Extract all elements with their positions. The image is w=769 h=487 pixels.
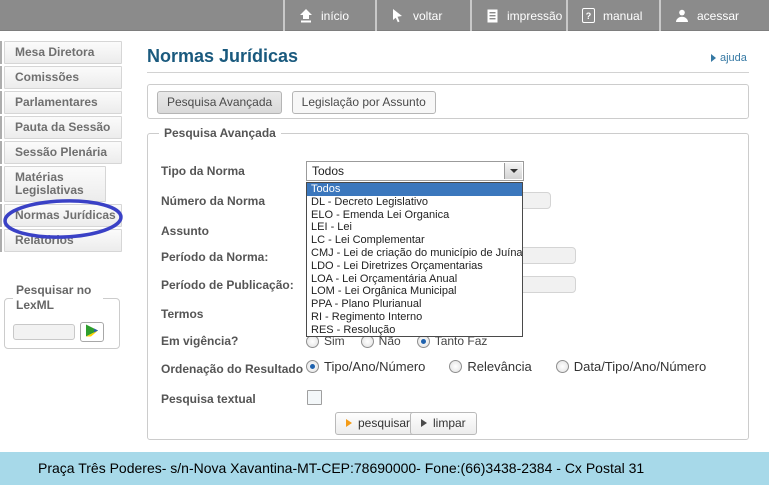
home-icon (299, 9, 313, 23)
nav-inicio-button[interactable]: início (283, 0, 375, 31)
search-arrow-icon (346, 419, 352, 427)
nav-label: impressão (507, 9, 562, 23)
nav-label: acessar (697, 9, 739, 23)
sidebar-item-sessao-plenaria[interactable]: Sessão Plenária (4, 141, 122, 164)
nav-label: voltar (413, 9, 442, 23)
sidebar-item-relatorios[interactable]: Relatórios (4, 229, 122, 252)
help-label: ajuda (720, 52, 747, 64)
footer-address-bar: Praça Três Poderes- s/n-Nova Xavantina-M… (0, 452, 769, 485)
tipo-da-norma-select[interactable]: Todos (306, 161, 524, 181)
tipo-da-norma-label: Tipo da Norma (161, 164, 245, 178)
help-link[interactable]: ajuda (711, 52, 747, 64)
dropdown-option[interactable]: LC - Lei Complementar (307, 234, 522, 247)
user-icon (675, 9, 689, 23)
assunto-label: Assunto (161, 224, 209, 238)
dropdown-option[interactable]: LDO - Lei Diretrizes Orçamentarias (307, 260, 522, 273)
tabs-container: Pesquisa Avançada Legislação por Assunto (147, 84, 749, 119)
dropdown-option[interactable]: DL - Decreto Legislativo (307, 196, 522, 209)
sidebar-item-parlamentares[interactable]: Parlamentares (4, 91, 122, 114)
advanced-search-legend: Pesquisa Avançada (159, 126, 281, 140)
normas-juridicas-page: início voltar impressão ? manual acessar… (0, 0, 769, 487)
radio-checked-icon[interactable] (306, 360, 319, 373)
select-value: Todos (312, 164, 344, 178)
sidebar-menu: Mesa Diretora Comissões Parlamentares Pa… (0, 41, 122, 254)
dropdown-option[interactable]: PPA - Plano Plurianual (307, 298, 522, 311)
sidebar-item-materias-legislativas[interactable]: Matérias Legislativas (4, 166, 106, 202)
numero-da-norma-label: Número da Norma (161, 194, 265, 208)
nav-acessar-button[interactable]: acessar (659, 0, 769, 31)
lexml-search-panel: Pesquisar no LexML (4, 283, 120, 349)
back-cursor-icon (391, 9, 405, 23)
periodo-publicacao-label: Período de Publicação: (161, 278, 294, 292)
sidebar-item-pauta-da-sessao[interactable]: Pauta da Sessão (4, 116, 122, 139)
tipo-da-norma-dropdown: Todos DL - Decreto Legislativo ELO - Eme… (306, 182, 523, 337)
top-nav-bar: início voltar impressão ? manual acessar (0, 0, 769, 31)
termos-label: Termos (161, 307, 203, 321)
em-vigencia-label: Em vigência? (161, 334, 238, 348)
ordenacao-option-relevancia[interactable]: Relevância (449, 359, 531, 374)
nav-manual-button[interactable]: ? manual (566, 0, 659, 31)
dropdown-option[interactable]: ELO - Emenda Lei Organica (307, 209, 522, 222)
button-label: pesquisar (358, 416, 410, 430)
nav-voltar-button[interactable]: voltar (375, 0, 470, 31)
ordenacao-resultado-label: Ordenação do Resultado (161, 362, 303, 376)
lexml-search-input[interactable] (13, 324, 75, 340)
radio-label: Relevância (467, 359, 531, 374)
ordenacao-option-tipo-ano-numero[interactable]: Tipo/Ano/Número (306, 359, 425, 374)
radio-label: Data/Tipo/Ano/Número (574, 359, 706, 374)
nav-label: manual (603, 9, 642, 23)
radio-icon[interactable] (556, 360, 569, 373)
dropdown-option[interactable]: LOM - Lei Orgânica Municipal (307, 285, 522, 298)
tab-legislacao-por-assunto[interactable]: Legislação por Assunto (292, 91, 436, 114)
nav-impressao-button[interactable]: impressão (470, 0, 566, 31)
dropdown-option[interactable]: LEI - Lei (307, 221, 522, 234)
radio-label: Tipo/Ano/Número (324, 359, 425, 374)
dropdown-option[interactable]: RI - Regimento Interno (307, 311, 522, 324)
pesquisa-textual-checkbox[interactable] (307, 390, 322, 405)
tab-pesquisa-avancada[interactable]: Pesquisa Avançada (157, 91, 282, 114)
lexml-legend: Pesquisar no LexML (13, 283, 103, 313)
print-icon (486, 9, 499, 23)
radio-icon[interactable] (449, 360, 462, 373)
limpar-button[interactable]: limpar (410, 412, 477, 435)
ordenacao-radio-group: Tipo/Ano/Número Relevância Data/Tipo/Ano… (306, 359, 706, 374)
dropdown-option[interactable]: RES - Resolução (307, 324, 522, 337)
sidebar-item-comissoes[interactable]: Comissões (4, 66, 122, 89)
ordenacao-option-data-tipo-ano-numero[interactable]: Data/Tipo/Ano/Número (556, 359, 706, 374)
dropdown-option[interactable]: LOA - Lei Orçamentária Anual (307, 273, 522, 286)
chevron-down-icon[interactable] (504, 163, 522, 179)
dropdown-option[interactable]: Todos (307, 183, 522, 196)
pesquisa-textual-label: Pesquisa textual (161, 392, 256, 406)
nav-label: início (321, 9, 349, 23)
button-label: limpar (433, 416, 466, 430)
manual-question-icon: ? (582, 8, 595, 23)
periodo-da-norma-label: Período da Norma: (161, 250, 268, 264)
lexml-go-button[interactable] (80, 322, 104, 342)
title-divider (147, 72, 749, 73)
help-arrow-icon (711, 54, 716, 62)
sidebar-item-mesa-diretora[interactable]: Mesa Diretora (4, 41, 122, 64)
sidebar-item-normas-juridicas[interactable]: Normas Jurídicas (4, 204, 122, 227)
lexml-play-icon (85, 324, 99, 340)
clear-arrow-icon (421, 419, 427, 427)
dropdown-option[interactable]: CMJ - Lei de criação do município de Juí… (307, 247, 522, 260)
pesquisar-button[interactable]: pesquisar (335, 412, 421, 435)
page-title: Normas Jurídicas (147, 46, 298, 67)
